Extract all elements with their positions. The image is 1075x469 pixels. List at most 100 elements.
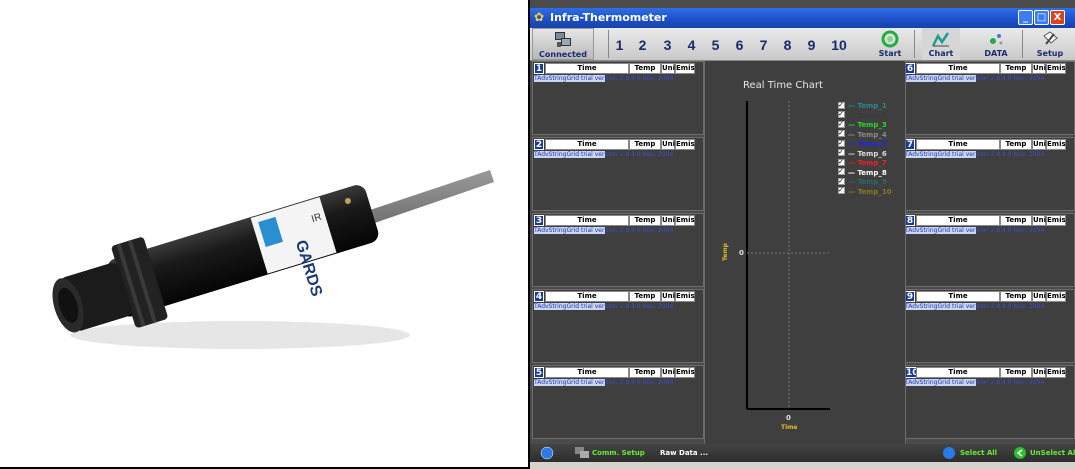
legend-checkbox[interactable] (838, 157, 845, 167)
channel-button-6[interactable]: 6 (728, 32, 751, 58)
grid-row[interactable]: TAdvStringGrid trial version 2.8.4.0 Nov… (534, 302, 673, 311)
unselect-all-icon (1014, 447, 1026, 459)
comm-setup-button[interactable]: Comm. Setup (592, 446, 645, 460)
legend-item[interactable]: — Temp_8 (838, 166, 887, 178)
header-emis[interactable]: Emis (1046, 63, 1066, 74)
header-emis[interactable]: Emis (1046, 215, 1066, 226)
start-button[interactable]: Start (872, 28, 908, 60)
header-unit[interactable]: Unit (661, 291, 678, 302)
header-emis[interactable]: Emis (675, 367, 695, 378)
header-time[interactable]: Time (545, 139, 629, 150)
header-temp[interactable]: Temp (1000, 215, 1032, 226)
header-emis[interactable]: Emis (1046, 367, 1066, 378)
chart-button[interactable]: Chart (922, 28, 960, 60)
legend-checkbox[interactable] (838, 185, 845, 195)
legend-checkbox[interactable] (838, 147, 845, 157)
header-unit[interactable]: Unit (661, 367, 678, 378)
connected-button[interactable]: Connected (532, 28, 594, 60)
channel-button-7[interactable]: 7 (752, 32, 775, 58)
legend-checkbox[interactable] (838, 128, 845, 138)
header-temp[interactable]: Temp (629, 291, 661, 302)
header-temp[interactable]: Temp (629, 215, 661, 226)
status-globe-icon[interactable] (540, 446, 554, 460)
unselect-all-button[interactable]: UnSelect All (1030, 446, 1075, 460)
grid-row[interactable]: TAdvStringGrid trial version 2.8.4.0 Nov… (905, 150, 1044, 159)
legend-item[interactable]: — Temp_5 (838, 138, 887, 149)
channel-button-8[interactable]: 8 (776, 32, 799, 58)
close-button[interactable]: X (1050, 10, 1065, 25)
header-time[interactable]: Time (916, 367, 1000, 378)
legend-checkbox[interactable] (838, 100, 845, 110)
channel-button-9[interactable]: 9 (800, 32, 823, 58)
setup-button[interactable]: Setup (1028, 28, 1072, 60)
grid-row[interactable]: TAdvStringGrid trial version 2.8.4.0 Nov… (905, 226, 1044, 235)
grid-row[interactable]: TAdvStringGrid trial version 2.8.4.0 Nov… (905, 74, 1044, 83)
legend-checkbox[interactable] (838, 138, 845, 148)
header-emis[interactable]: Emis (1046, 139, 1066, 150)
legend-item[interactable]: — Temp_1 (838, 100, 887, 111)
legend-item[interactable]: — Temp_2 (838, 109, 887, 121)
channel-button-3[interactable]: 3 (656, 32, 679, 58)
legend-checkbox[interactable] (838, 166, 845, 176)
minimize-button[interactable]: _ (1018, 10, 1033, 25)
header-unit[interactable]: Unit (1032, 139, 1049, 150)
header-unit[interactable]: Unit (661, 139, 678, 150)
select-all-button[interactable]: Select All (960, 446, 997, 460)
real-time-chart[interactable]: Real Time Chart 0 Temp 0 Time — Temp_1— … (704, 61, 906, 444)
channel-button-4[interactable]: 4 (680, 32, 703, 58)
channel-button-2[interactable]: 2 (631, 32, 654, 58)
channel-button-1[interactable]: 1 (608, 32, 631, 58)
legend-item[interactable]: — Temp_9 (838, 176, 887, 187)
raw-data-button[interactable]: Raw Data ... (660, 446, 708, 460)
data-button[interactable]: DATA (976, 28, 1016, 60)
header-time[interactable]: Time (916, 215, 1000, 226)
grid-row[interactable]: TAdvStringGrid trial version 2.8.4.0 Nov… (534, 226, 673, 235)
legend-label: Temp_2 (857, 111, 887, 120)
header-emis[interactable]: Emis (1046, 291, 1066, 302)
maximize-button[interactable]: □ (1034, 10, 1049, 25)
header-unit[interactable]: Unit (661, 63, 678, 74)
header-time[interactable]: Time (545, 291, 629, 302)
comm-setup-icon (575, 447, 589, 458)
grid-row[interactable]: TAdvStringGrid trial version 2.8.4.0 Nov… (534, 74, 673, 83)
grid-row[interactable]: TAdvStringGrid trial version 2.8.4.0 Nov… (905, 378, 1044, 387)
header-unit[interactable]: Unit (1032, 63, 1049, 74)
header-emis[interactable]: Emis (675, 139, 695, 150)
grid-row[interactable]: TAdvStringGrid trial version 2.8.4.0 Nov… (534, 378, 673, 387)
channel-button-10[interactable]: 10 (826, 32, 852, 58)
legend-label: Temp_6 (857, 149, 887, 158)
header-time[interactable]: Time (916, 139, 1000, 150)
title-bar[interactable]: ✿ Infra-Thermometer _ □ X (530, 8, 1075, 28)
header-time[interactable]: Time (545, 63, 629, 74)
legend-checkbox[interactable] (838, 119, 845, 129)
header-unit[interactable]: Unit (661, 215, 678, 226)
header-temp[interactable]: Temp (629, 63, 661, 74)
header-temp[interactable]: Temp (1000, 291, 1032, 302)
channel-button-5[interactable]: 5 (704, 32, 727, 58)
legend-item[interactable]: — Temp_6 (838, 147, 887, 159)
header-temp[interactable]: Temp (629, 367, 661, 378)
header-unit[interactable]: Unit (1032, 215, 1049, 226)
legend-label: Temp_9 (857, 178, 887, 186)
header-time[interactable]: Time (545, 367, 629, 378)
legend-checkbox[interactable] (838, 176, 845, 186)
header-time[interactable]: Time (916, 291, 1000, 302)
legend-checkbox[interactable] (838, 109, 845, 119)
header-emis[interactable]: Emis (675, 291, 695, 302)
header-temp[interactable]: Temp (1000, 139, 1032, 150)
header-temp[interactable]: Temp (1000, 367, 1032, 378)
header-temp[interactable]: Temp (1000, 63, 1032, 74)
header-unit[interactable]: Unit (1032, 291, 1049, 302)
legend-item[interactable]: — Temp_10 (838, 185, 892, 197)
header-emis[interactable]: Emis (675, 215, 695, 226)
grid-row[interactable]: TAdvStringGrid trial version 2.8.4.0 Nov… (534, 150, 673, 159)
header-unit[interactable]: Unit (1032, 367, 1049, 378)
header-time[interactable]: Time (916, 63, 1000, 74)
header-emis[interactable]: Emis (675, 63, 695, 74)
legend-item[interactable]: — Temp_3 (838, 119, 887, 130)
grid-row[interactable]: TAdvStringGrid trial version 2.8.4.0 Nov… (905, 302, 1044, 311)
header-time[interactable]: Time (545, 215, 629, 226)
header-temp[interactable]: Temp (629, 139, 661, 150)
legend-item[interactable]: — Temp_4 (838, 128, 887, 140)
legend-item[interactable]: — Temp_7 (838, 157, 887, 168)
